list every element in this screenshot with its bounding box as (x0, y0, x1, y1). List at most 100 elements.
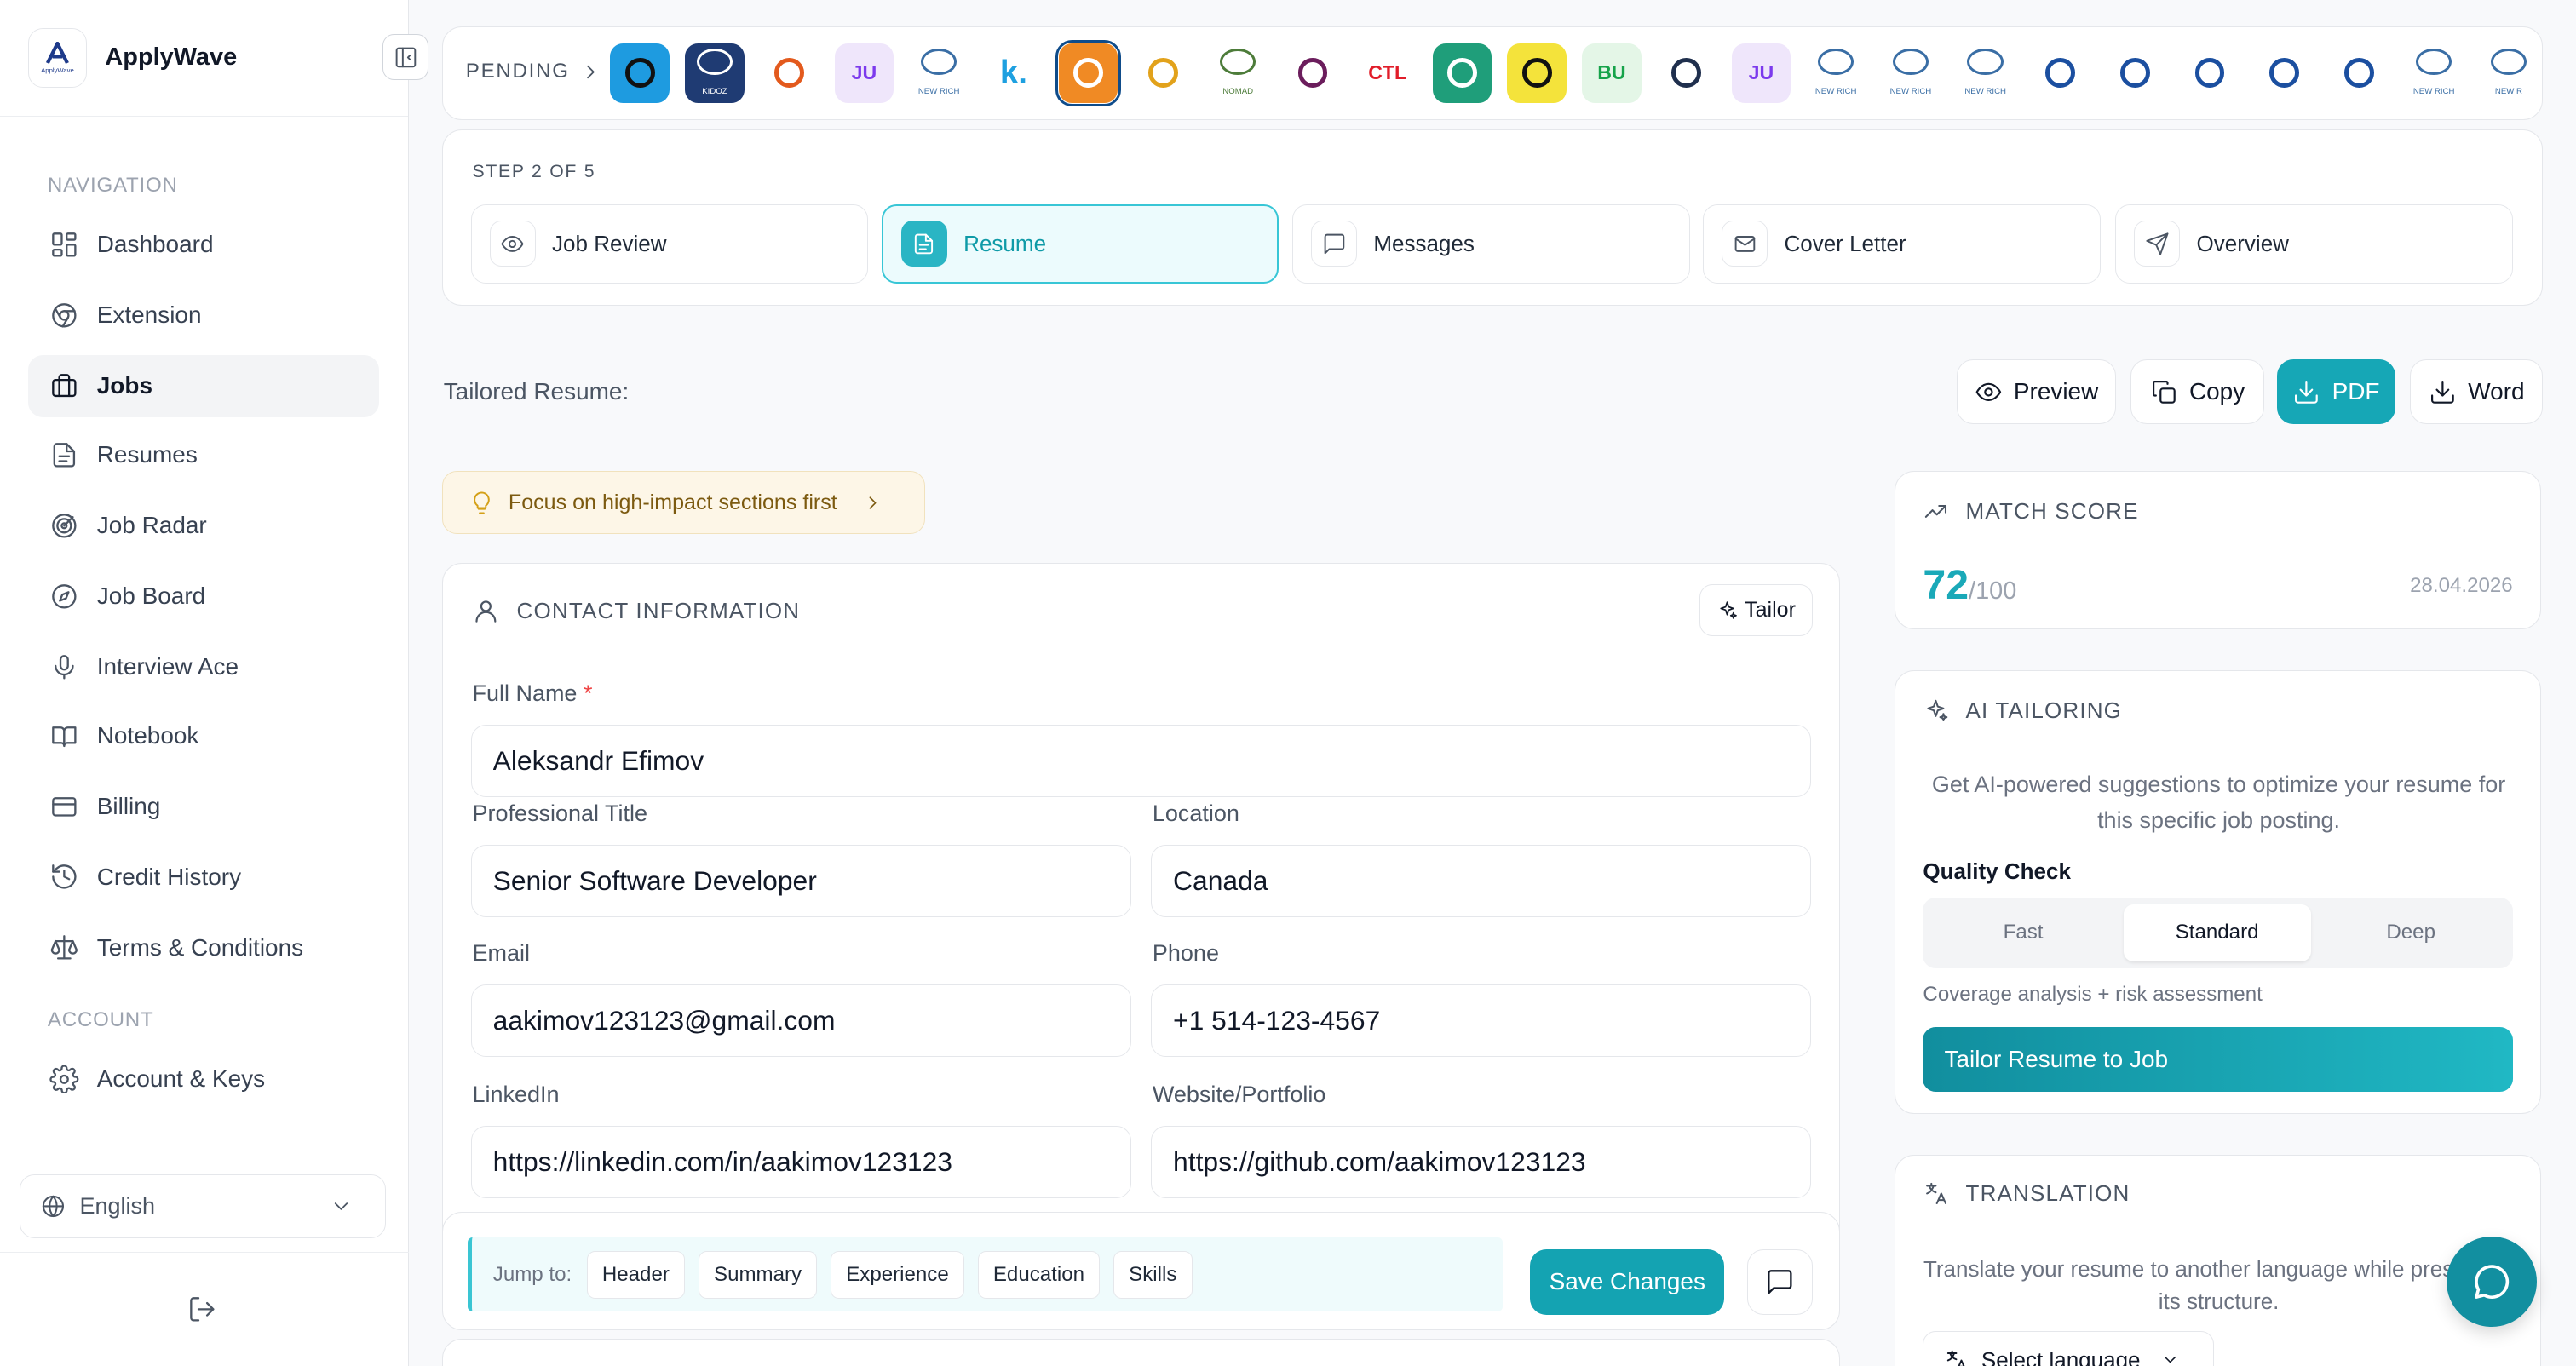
sidebar-collapse-button[interactable] (382, 34, 429, 81)
pending-company-logo[interactable]: NEW RICH (1881, 43, 1941, 103)
brand-logo: ApplyWave (27, 28, 88, 88)
pending-company-logo[interactable] (610, 43, 670, 103)
pending-company-logo[interactable] (1507, 43, 1567, 103)
full-name-input[interactable] (470, 725, 1812, 798)
language-select[interactable]: English (20, 1174, 387, 1239)
required-mark: * (583, 680, 593, 707)
ai-description: Get AI-powered suggestions to optimize y… (1931, 771, 2506, 834)
quality-option-fast[interactable]: Fast (1929, 904, 2117, 961)
sidebar-item-label: Job Board (96, 583, 206, 610)
copy-button[interactable]: Copy (2130, 359, 2264, 424)
pending-company-logo[interactable]: JU (1731, 43, 1791, 103)
ai-title-text: AI TAILORING (1965, 697, 2123, 723)
pending-company-logo[interactable]: JU (834, 43, 894, 103)
sidebar-item-credit-history[interactable]: Credit History (28, 846, 380, 908)
pending-company-logo[interactable]: NEW RICH (1806, 43, 1866, 103)
brand[interactable]: ApplyWave ApplyWave (0, 0, 409, 117)
save-changes-button[interactable]: Save Changes (1530, 1248, 1725, 1315)
tailor-resume-button[interactable]: Tailor Resume to Job (1923, 1027, 2513, 1092)
pending-company-logo[interactable] (1656, 43, 1716, 103)
pending-company-logo[interactable] (2030, 43, 2090, 103)
quality-option-deep[interactable]: Deep (2317, 904, 2504, 961)
step-messages[interactable]: Messages (1291, 204, 1690, 284)
step-resume[interactable]: Resume (881, 204, 1279, 284)
jump-chip-education[interactable]: Education (977, 1250, 1101, 1299)
next-section-card (441, 1338, 1840, 1366)
email-input[interactable] (470, 984, 1131, 1058)
email-label: Email (472, 940, 530, 967)
tailor-section-button[interactable]: Tailor (1699, 583, 1814, 637)
pending-company-logo[interactable] (2329, 43, 2389, 103)
editor-action-bar: Jump to: Header Summary Experience Educa… (441, 1212, 1840, 1331)
phone-input[interactable] (1150, 984, 1812, 1058)
pending-company-logo[interactable]: NEW RICH (1955, 43, 2015, 103)
sidebar-item-notebook[interactable]: Notebook (28, 704, 380, 766)
pending-company-logo[interactable] (759, 43, 819, 103)
pending-label[interactable]: PENDING (466, 60, 602, 83)
scale-icon (50, 935, 78, 960)
professional-title-input[interactable] (470, 845, 1131, 918)
pending-company-logo[interactable] (1055, 39, 1123, 107)
pending-company-logo[interactable] (1133, 43, 1193, 103)
sidebar-item-account-keys[interactable]: Account & Keys (28, 1047, 380, 1110)
sidebar-item-interview-ace[interactable]: Interview Ace (28, 635, 380, 697)
location-input[interactable] (1150, 845, 1812, 918)
pending-company-logo[interactable] (1283, 43, 1343, 103)
sidebar-item-job-board[interactable]: Job Board (28, 565, 380, 627)
sidebar-item-job-radar[interactable]: Job Radar (28, 494, 380, 556)
company-logo-mark (2344, 58, 2374, 89)
pdf-button[interactable]: PDF (2276, 359, 2395, 424)
step-job-review[interactable]: Job Review (470, 204, 869, 284)
company-logo-mark (624, 58, 655, 89)
sidebar-item-resumes[interactable]: Resumes (28, 424, 380, 486)
quality-option-standard[interactable]: Standard (2123, 904, 2311, 962)
pending-company-logo[interactable] (1432, 43, 1492, 103)
step-icon-box (1311, 221, 1358, 267)
word-label: Word (2468, 377, 2525, 405)
translation-language-select[interactable]: Select language (1923, 1331, 2214, 1366)
step-counter: STEP 2 OF 5 (472, 161, 596, 181)
chat-support-button[interactable] (2446, 1237, 2537, 1328)
pending-company-logo[interactable]: CTL (1357, 43, 1417, 103)
jump-chip-skills[interactable]: Skills (1113, 1250, 1193, 1299)
jump-chip-experience[interactable]: Experience (830, 1250, 965, 1299)
pending-company-logo[interactable]: BU (1582, 43, 1642, 103)
preview-button[interactable]: Preview (1956, 359, 2116, 424)
logout-button[interactable] (187, 1294, 217, 1324)
linkedin-input[interactable] (470, 1126, 1131, 1198)
pending-company-logo[interactable]: NEW RICH (909, 43, 969, 103)
pending-company-logo[interactable]: NEW RICH (2404, 43, 2464, 103)
sidebar-item-billing[interactable]: Billing (28, 775, 380, 837)
word-button[interactable]: Word (2410, 359, 2544, 424)
sidebar-item-terms[interactable]: Terms & Conditions (28, 916, 380, 979)
pending-company-logo[interactable]: NOMAD (1208, 43, 1268, 103)
sidebar-divider (0, 1251, 410, 1253)
professional-title-label: Professional Title (472, 801, 647, 827)
pending-company-logo[interactable]: KIDOZ (685, 43, 745, 103)
pending-company-logo[interactable]: k. (984, 43, 1044, 103)
sidebar-item-jobs[interactable]: Jobs (27, 354, 380, 417)
chevron-right-icon (869, 496, 877, 509)
company-logo-mark (1148, 58, 1178, 89)
comment-button[interactable] (1747, 1248, 1814, 1315)
quality-hint: Coverage analysis + risk assessment (1923, 983, 2263, 1007)
sidebar-item-extension[interactable]: Extension (28, 284, 380, 347)
pending-company-logo[interactable] (2254, 43, 2314, 103)
jump-chip-summary[interactable]: Summary (698, 1250, 818, 1299)
website-input[interactable] (1150, 1126, 1812, 1198)
tip-banner[interactable]: Focus on high-impact sections first (441, 471, 925, 534)
sidebar-item-dashboard[interactable]: Dashboard (28, 214, 380, 276)
step-cover-letter[interactable]: Cover Letter (1702, 204, 2101, 284)
steps-card: STEP 2 OF 5 Job Review Resume Messages C… (441, 129, 2544, 306)
file-icon (915, 233, 934, 255)
linkedin-label: LinkedIn (472, 1081, 560, 1107)
pending-company-logo[interactable] (2180, 43, 2240, 103)
jump-chip-header[interactable]: Header (586, 1250, 686, 1299)
company-logo-text: JU (1748, 61, 1774, 84)
step-overview[interactable]: Overview (2115, 204, 2513, 284)
pending-company-logo[interactable]: NEW R (2479, 43, 2539, 103)
pending-company-logo[interactable] (2105, 43, 2165, 103)
step-icon-box (1722, 221, 1768, 267)
language-value: English (79, 1193, 156, 1220)
website-label: Website/Portfolio (1152, 1081, 1326, 1107)
